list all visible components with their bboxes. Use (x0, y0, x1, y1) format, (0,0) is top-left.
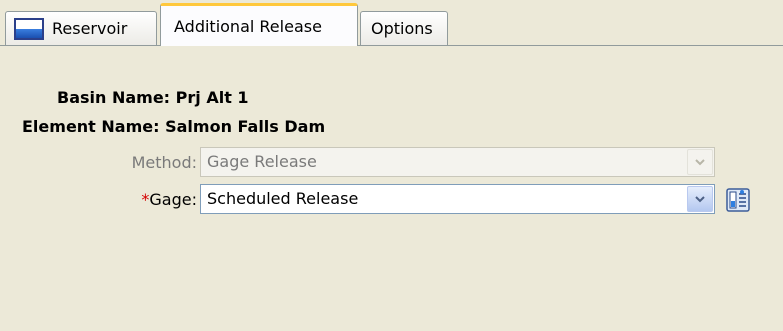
gage-dropdown-button[interactable] (687, 186, 713, 212)
gage-label-row: *Gage: (115, 190, 197, 209)
tab-additional-release-label: Additional Release (174, 16, 322, 36)
element-name-value: Salmon Falls Dam (165, 117, 326, 136)
tab-reservoir[interactable]: Reservoir (5, 11, 157, 45)
gage-manager-icon[interactable] (726, 188, 750, 212)
tab-options-label: Options (371, 19, 433, 38)
element-name-row: Element Name: Salmon Falls Dam (22, 117, 325, 136)
method-dropdown-button[interactable] (687, 149, 713, 175)
chevron-down-icon (695, 196, 705, 203)
method-label: Method: (131, 153, 197, 172)
chevron-down-icon (695, 159, 705, 166)
tab-reservoir-label: Reservoir (52, 19, 128, 38)
tab-bar: Reservoir Additional Release Options (0, 0, 783, 46)
method-select-value: Gage Release (207, 152, 317, 171)
reservoir-icon (14, 17, 44, 40)
basin-name-label: Basin Name: (57, 88, 171, 107)
gage-select[interactable]: Scheduled Release (200, 184, 715, 214)
method-select[interactable]: Gage Release (200, 147, 715, 177)
basin-name-value: Prj Alt 1 (175, 88, 249, 107)
element-name-label: Element Name: (22, 117, 160, 136)
basin-name-row: Basin Name: Prj Alt 1 (57, 88, 249, 107)
gage-label: Gage: (149, 190, 197, 209)
gage-select-value: Scheduled Release (207, 189, 359, 208)
tab-additional-release[interactable]: Additional Release (160, 3, 358, 46)
additional-release-panel: Basin Name: Prj Alt 1 Element Name: Salm… (0, 45, 783, 331)
tab-options[interactable]: Options (360, 11, 448, 45)
